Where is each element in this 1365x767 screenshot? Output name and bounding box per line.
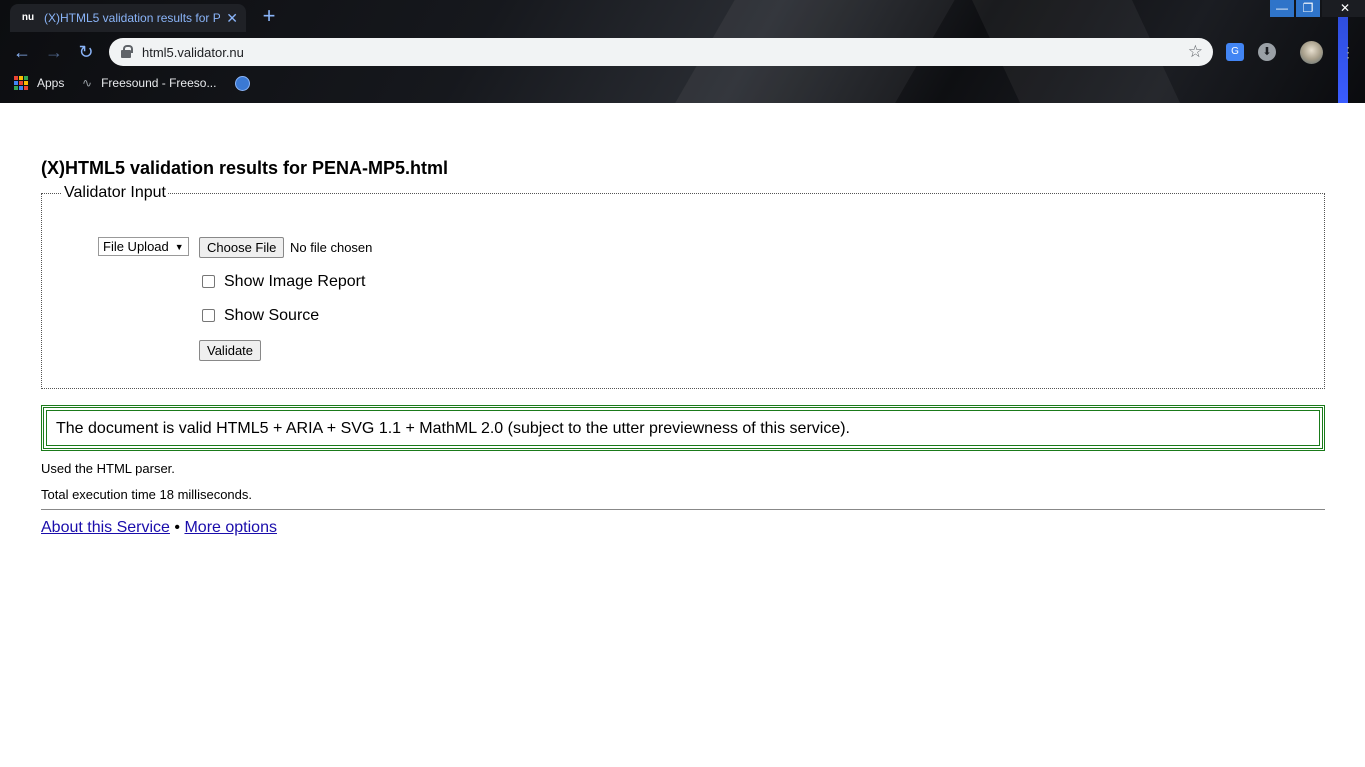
page-title: (X)HTML5 validation results for PENA-MP5…: [41, 158, 449, 178]
lock-icon[interactable]: [121, 45, 133, 58]
input-mode-value: File Upload: [103, 239, 169, 254]
no-file-text: No file chosen: [290, 240, 373, 255]
reload-button[interactable]: ↻: [76, 42, 96, 62]
tab-close-icon[interactable]: ✕: [226, 10, 238, 26]
minimize-button[interactable]: —: [1270, 0, 1294, 17]
tab-title: (X)HTML5 validation results for P: [44, 11, 220, 25]
translate-extension-icon[interactable]: G: [1226, 43, 1244, 61]
apps-grid-icon: [14, 76, 28, 90]
close-window-button[interactable]: ✕: [1322, 0, 1365, 17]
choose-file-button[interactable]: Choose File: [199, 237, 285, 258]
waveform-icon: ∿: [82, 76, 93, 90]
page-content: (X)HTML5 validation results for PENA-MP5…: [0, 103, 1365, 767]
more-options-link[interactable]: More options: [184, 519, 277, 536]
footer-separator: •: [174, 519, 181, 536]
parser-info: Used the HTML parser.: [41, 461, 175, 476]
validator-favicon-icon: nu: [21, 12, 35, 23]
download-extension-icon[interactable]: ⬇: [1258, 43, 1276, 61]
show-source-label[interactable]: Show Source: [224, 307, 319, 325]
bookmark-apps[interactable]: Apps: [14, 76, 64, 90]
footer-divider: [41, 509, 1325, 510]
forward-button[interactable]: →: [44, 42, 64, 62]
browser-chrome: nu (X)HTML5 validation results for P ✕ +…: [0, 0, 1365, 103]
footer-links: About this Service • More options: [41, 519, 277, 537]
window-controls: — ❐ ✕: [1270, 0, 1365, 17]
success-message-box: The document is valid HTML5 + ARIA + SVG…: [41, 405, 1325, 451]
dropdown-arrow-icon: ▼: [174, 242, 184, 252]
bookmark-globe[interactable]: [235, 76, 250, 91]
back-button[interactable]: ←: [12, 42, 32, 62]
validate-button[interactable]: Validate: [199, 340, 262, 361]
execution-time-info: Total execution time 18 milliseconds.: [41, 487, 252, 502]
bookmark-label: Freesound - Freeso...: [101, 76, 217, 90]
success-message: The document is valid HTML5 + ARIA + SVG…: [56, 420, 850, 437]
bookmarks-bar: Apps ∿ Freesound - Freeso...: [0, 72, 1365, 96]
bookmark-star-icon[interactable]: ☆: [1188, 42, 1203, 62]
show-image-report-checkbox[interactable]: [202, 275, 215, 288]
browser-menu-icon[interactable]: ⋮: [1341, 43, 1355, 61]
bookmark-freesound[interactable]: ∿ Freesound - Freeso...: [82, 76, 216, 90]
show-source-checkbox[interactable]: [202, 309, 215, 322]
globe-icon: [235, 76, 250, 91]
restore-button[interactable]: ❐: [1296, 0, 1320, 17]
new-tab-button[interactable]: +: [258, 5, 280, 28]
url-text[interactable]: html5.validator.nu: [142, 45, 244, 60]
profile-avatar[interactable]: [1300, 41, 1323, 64]
input-mode-select[interactable]: File Upload ▼: [98, 237, 189, 256]
bookmark-label: Apps: [37, 76, 65, 90]
fieldset-legend: Validator Input: [62, 184, 168, 202]
address-bar[interactable]: html5.validator.nu ☆: [109, 38, 1213, 66]
about-service-link[interactable]: About this Service: [41, 519, 170, 536]
show-image-report-label[interactable]: Show Image Report: [224, 273, 365, 291]
browser-tab-active[interactable]: nu (X)HTML5 validation results for P ✕: [10, 4, 246, 32]
